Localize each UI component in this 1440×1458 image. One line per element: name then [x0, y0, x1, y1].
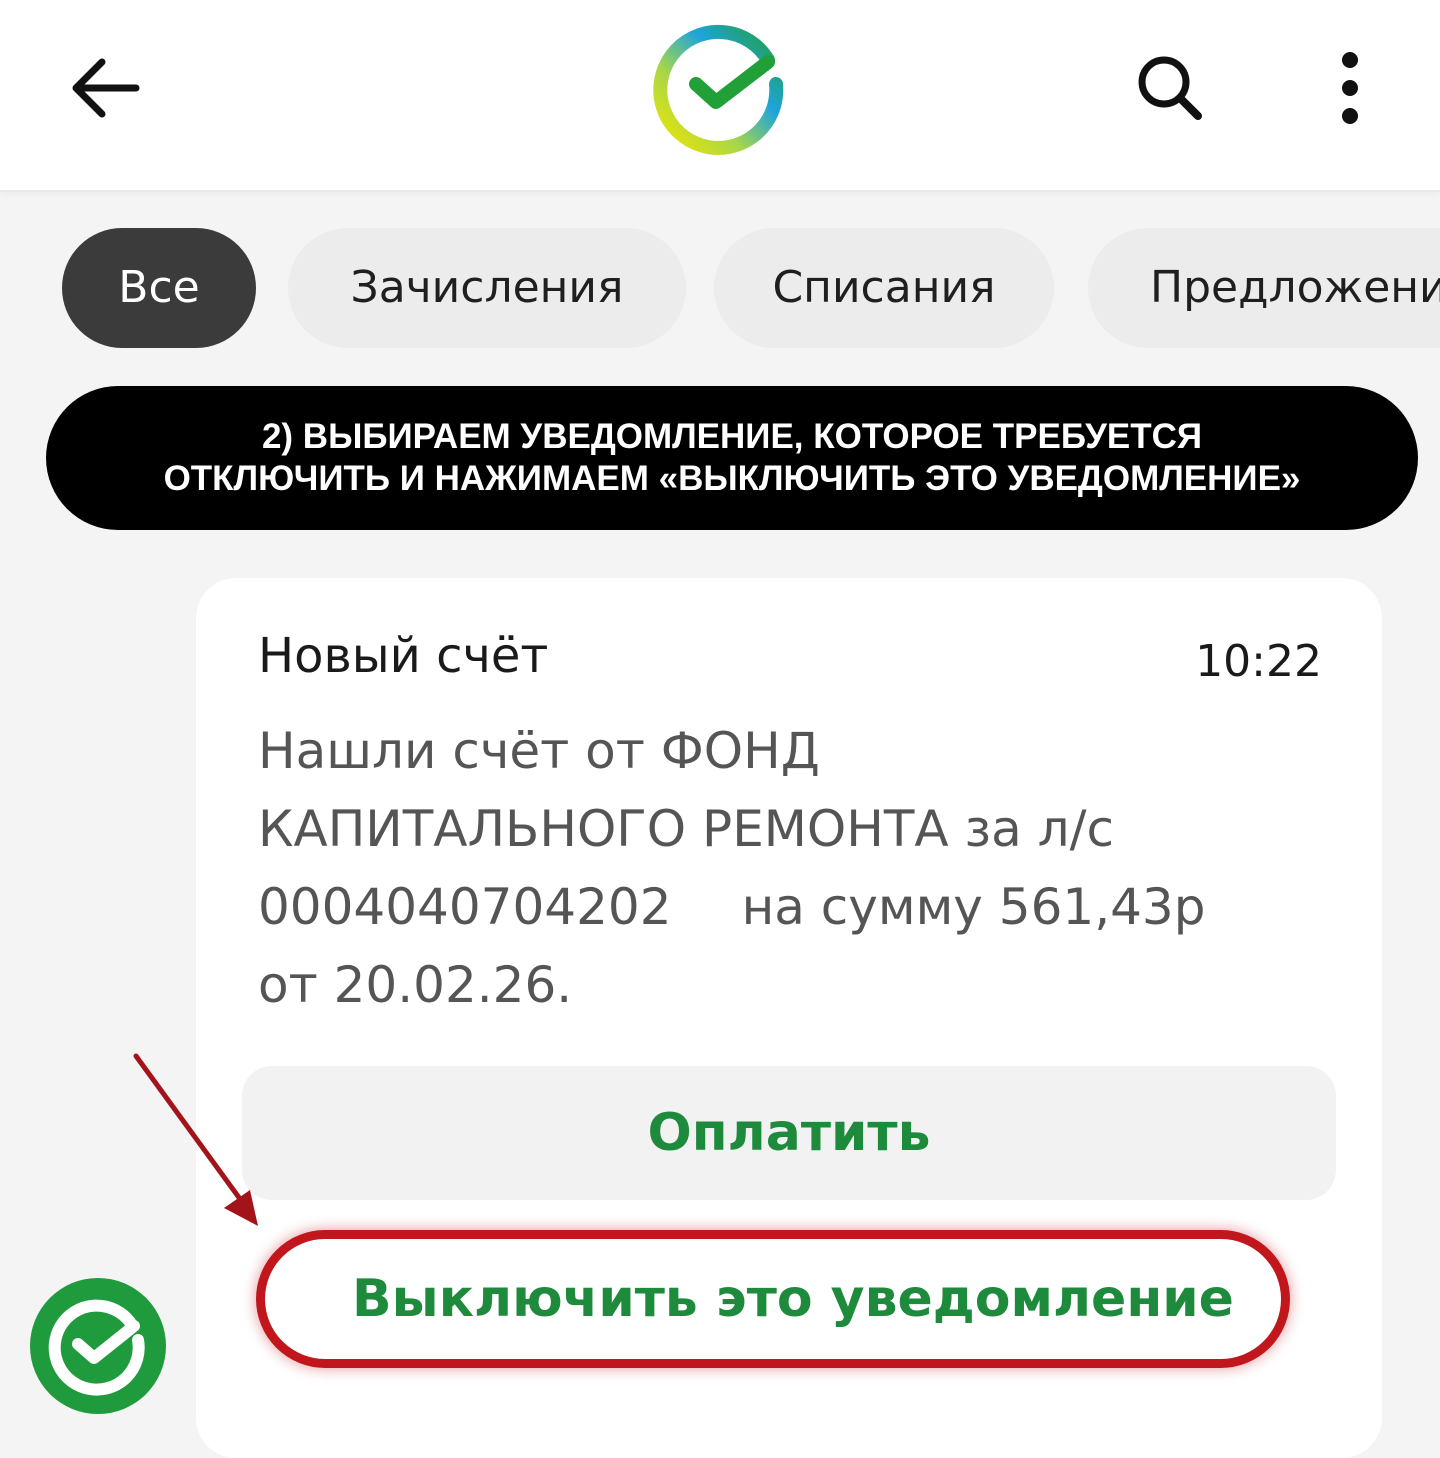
notification-body-line-2: КАПИТАЛЬНОГО РЕМОНТА за л/с	[258, 800, 1114, 858]
sber-assistant-icon	[48, 1299, 145, 1396]
disable-notification-button[interactable]: Выключить это уведомление	[256, 1230, 1290, 1368]
instruction-banner: 2) ВЫБИРАЕМ УВЕДОМЛЕНИЕ, КОТОРОЕ ТРЕБУЕТ…	[46, 386, 1418, 530]
filter-chip-all[interactable]: Все	[62, 228, 256, 348]
instruction-line-2: ОТКЛЮЧИТЬ И НАЖИМАЕМ «ВЫКЛЮЧИТЬ ЭТО УВЕД…	[163, 459, 1301, 498]
notification-card: Новый счёт 10:22 Нашли счёт от ФОНД КАПИ…	[196, 578, 1382, 1458]
arrow-left-icon	[72, 58, 140, 118]
notification-body-line-4: от 20.02.26.	[258, 956, 573, 1014]
notification-body-line-1: Нашли счёт от ФОНД	[258, 722, 820, 780]
filter-chip-debits[interactable]: Списания	[714, 228, 1054, 348]
pay-button[interactable]: Оплатить	[242, 1066, 1336, 1200]
notification-body-line-3: 0004040704202 на сумму 561,43р	[258, 868, 1338, 946]
bill-amount: на сумму 561,43р	[741, 878, 1206, 936]
account-number: 0004040704202	[258, 878, 672, 936]
filter-chips: Все Зачисления Списания Предложени	[0, 228, 1440, 350]
sber-logo	[650, 18, 790, 158]
notification-time: 10:22	[1195, 636, 1322, 687]
filter-chip-offers[interactable]: Предложени	[1088, 228, 1440, 348]
more-menu-button[interactable]	[1320, 48, 1380, 128]
filter-chip-credits[interactable]: Зачисления	[288, 228, 686, 348]
top-app-bar	[0, 0, 1440, 192]
search-button[interactable]	[1130, 48, 1210, 128]
more-vertical-icon	[1342, 52, 1358, 124]
back-button[interactable]	[60, 48, 150, 128]
notification-title: Новый счёт	[258, 628, 549, 684]
assistant-button[interactable]	[30, 1278, 166, 1414]
search-icon	[1138, 56, 1202, 120]
instruction-line-1: 2) ВЫБИРАЕМ УВЕДОМЛЕНИЕ, КОТОРОЕ ТРЕБУЕТ…	[261, 417, 1203, 456]
pointer-arrow-annotation	[133, 1053, 258, 1226]
notification-body: Нашли счёт от ФОНД КАПИТАЛЬНОГО РЕМОНТА …	[258, 712, 1338, 1024]
